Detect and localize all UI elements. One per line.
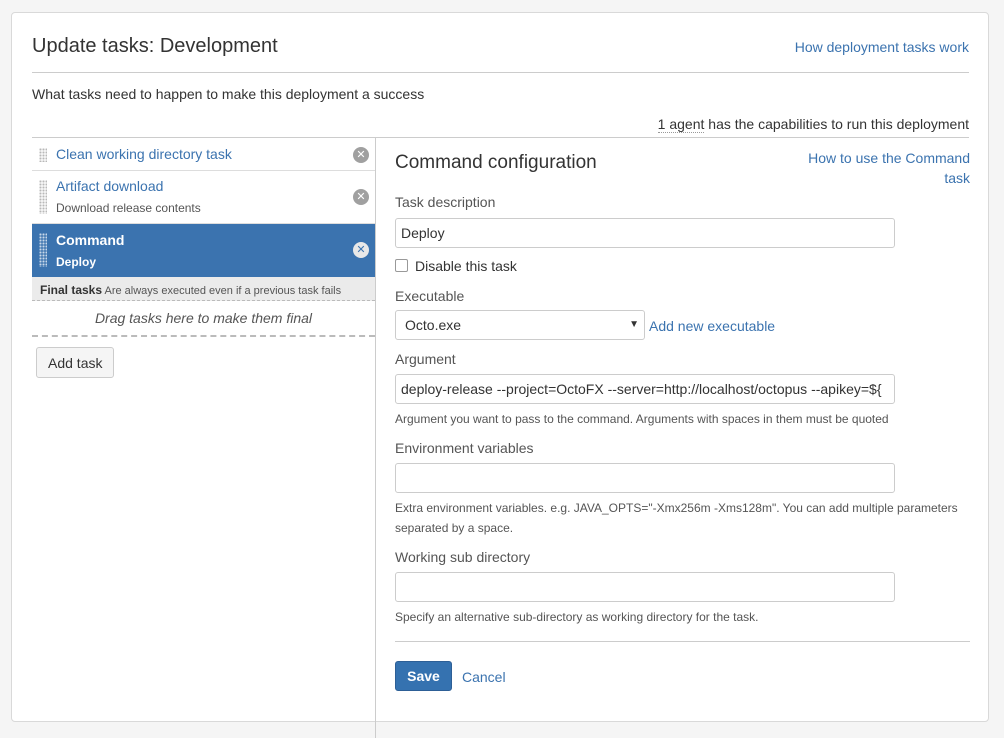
agents-info-text: has the capabilities to run this deploym… [704,116,969,132]
cancel-link[interactable]: Cancel [462,669,506,685]
environment-variables-label: Environment variables [395,440,534,456]
header-divider [32,72,969,73]
environment-variables-hint: Extra environment variables. e.g. JAVA_O… [395,501,958,535]
add-task-button[interactable]: Add task [36,347,115,378]
argument-label: Argument [395,351,456,367]
chevron-down-icon: ▼ [629,319,639,330]
disable-task-checkbox[interactable] [395,259,408,272]
working-sub-directory-label: Working sub directory [395,549,531,565]
final-tasks-bar: Final tasks Are always executed even if … [32,277,375,301]
executable-select[interactable]: Octo.exe ▼ [395,310,645,340]
argument-input[interactable]: deploy-release --project=OctoFX --server… [395,374,895,404]
tasks-panel: Update tasks: Development How deployment… [11,12,989,738]
task-description: Deploy [56,255,97,269]
page-subtitle: What tasks need to happen to make this d… [32,86,425,102]
command-task-help-link[interactable]: How to use the Command task [790,148,970,188]
config-title: Command configuration [395,152,597,173]
task-description: Download release contents [56,201,201,215]
task-name[interactable]: Clean working directory task [56,146,232,162]
final-tasks-drop-zone[interactable]: Drag tasks here to make them final [32,301,375,337]
task-item-artifact-download[interactable]: Artifact download Download release conte… [32,171,375,224]
environment-variables-input[interactable] [395,463,895,493]
form-divider [395,641,970,642]
page-title: Update tasks: Development [32,35,278,57]
working-sub-directory-input[interactable] [395,572,895,602]
executable-label: Executable [395,288,465,304]
final-tasks-label: Final tasks [40,283,103,297]
executable-selected-value: Octo.exe [405,317,462,333]
task-list-column: Clean working directory task ✕ Artifact … [32,138,376,738]
disable-task-label[interactable]: Disable this task [415,258,517,274]
drag-handle-icon[interactable] [39,233,47,267]
task-description-label: Task description [395,194,496,210]
final-tasks-text: Are always executed even if a previous t… [104,285,342,297]
save-button[interactable]: Save [395,661,452,691]
agents-count-link[interactable]: 1 agent [657,116,705,133]
working-sub-directory-hint: Specify an alternative sub-directory as … [395,610,759,624]
drag-handle-icon[interactable] [39,180,47,214]
task-item-command[interactable]: Command Deploy ✕ [32,224,375,277]
task-name[interactable]: Artifact download [56,178,163,194]
drag-handle-icon[interactable] [39,148,47,162]
argument-hint: Argument you want to pass to the command… [395,412,889,426]
task-name[interactable]: Command [56,232,124,248]
deployment-tasks-help-link[interactable]: How deployment tasks work [795,39,969,55]
remove-task-icon[interactable]: ✕ [353,242,369,258]
task-item-clean-working-directory[interactable]: Clean working directory task ✕ [32,138,375,171]
agents-info: 1 agent has the capabilities to run this… [657,116,969,133]
remove-task-icon[interactable]: ✕ [353,147,369,163]
task-description-input[interactable]: Deploy [395,218,895,248]
remove-task-icon[interactable]: ✕ [353,189,369,205]
add-new-executable-link[interactable]: Add new executable [649,318,775,334]
